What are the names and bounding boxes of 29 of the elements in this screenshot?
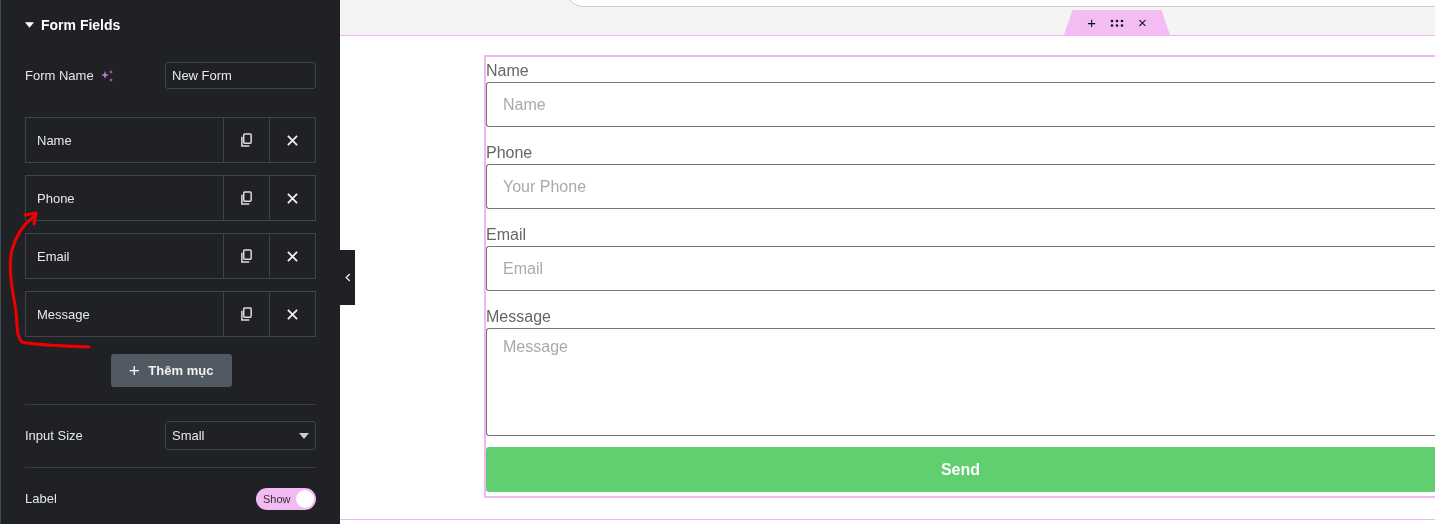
section-title[interactable]: Form Fields — [41, 17, 121, 33]
message-textarea[interactable]: Message — [486, 328, 1435, 436]
text-input[interactable]: Email — [486, 246, 1435, 291]
add-section-button[interactable]: + — [1087, 15, 1096, 30]
close-icon — [287, 134, 298, 146]
caret-icon[interactable] — [25, 22, 34, 28]
form-name-label: Form Name — [25, 68, 94, 83]
copy-icon — [240, 306, 253, 322]
delete-section-button[interactable]: × — [1138, 15, 1147, 30]
input-size-select[interactable]: Small — [165, 421, 316, 450]
form-name-field[interactable]: New Form — [165, 62, 316, 89]
field-label: Message — [486, 307, 552, 327]
text-input[interactable]: Name — [486, 82, 1435, 127]
field-label: Name — [486, 61, 530, 81]
copy-icon — [240, 132, 253, 148]
label-toggle[interactable]: Show — [256, 487, 316, 510]
field-label: Email — [486, 225, 527, 245]
label-toggle-label: Label — [25, 491, 57, 506]
close-icon — [287, 192, 298, 204]
input-size-label: Input Size — [25, 428, 83, 443]
dropdown-caret-icon — [299, 432, 309, 439]
close-icon — [287, 308, 298, 320]
close-icon — [287, 250, 298, 262]
drag-grip-icon[interactable] — [1110, 18, 1124, 27]
text-input[interactable]: Your Phone — [486, 164, 1435, 209]
field-label: Phone — [486, 143, 534, 163]
chevron-left-icon — [344, 273, 351, 282]
copy-icon — [240, 190, 253, 206]
copy-icon — [240, 248, 253, 264]
